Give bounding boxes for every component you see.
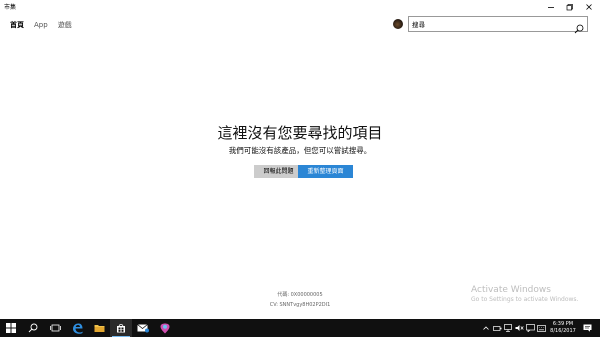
close-icon: [586, 4, 592, 10]
start-button[interactable]: [0, 319, 22, 337]
taskbar-app-other[interactable]: [154, 319, 176, 337]
tray-overflow-button[interactable]: [482, 319, 490, 337]
clock-time: 6:39 PM: [552, 321, 574, 327]
network-icon: [503, 324, 512, 332]
reload-page-button[interactable]: 重新整理頁面: [298, 165, 353, 178]
taskbar-search-button[interactable]: [22, 319, 44, 337]
task-view-icon: [49, 324, 61, 332]
notification-icon: [583, 324, 591, 332]
clock-date: 8/16/2017: [550, 328, 576, 334]
error-subline: 我們可能沒有該產品，但您可以嘗試搜尋。: [228, 146, 372, 155]
search-icon: [28, 323, 38, 333]
tray-volume-button[interactable]: [514, 319, 524, 337]
search-button[interactable]: [574, 19, 584, 34]
search-icon: [574, 24, 584, 34]
activation-watermark-subtitle: Go to Settings to activate Windows.: [471, 296, 579, 303]
taskbar-app-edge[interactable]: [66, 319, 88, 337]
search-box: [408, 16, 588, 34]
minimize-icon: [548, 7, 554, 8]
tray-network-button[interactable]: [503, 319, 513, 337]
action-center-button[interactable]: [580, 319, 594, 337]
task-view-button[interactable]: [44, 319, 66, 337]
taskbar-app-mail[interactable]: [132, 319, 154, 337]
maximize-icon: [566, 4, 573, 11]
file-explorer-icon: [94, 325, 104, 332]
volume-muted-icon: [515, 325, 524, 331]
title-bar: 市集: [0, 0, 600, 14]
report-issue-button[interactable]: 回報此問題: [254, 165, 303, 178]
keyboard-icon: [536, 324, 546, 332]
tray-keyboard-button[interactable]: [536, 319, 546, 337]
taskbar-app-explorer[interactable]: [88, 319, 110, 337]
top-nav: 首頁 App 遊戲: [10, 18, 72, 32]
mail-icon: [137, 324, 149, 333]
taskbar-app-store[interactable]: [110, 319, 132, 337]
message-icon: [525, 324, 535, 332]
app-icon: [160, 323, 170, 333]
error-headline: 這裡沒有您要尋找的項目: [217, 124, 383, 142]
chevron-up-icon: [483, 326, 489, 330]
app-title: 市集: [4, 4, 17, 11]
user-avatar[interactable]: [393, 19, 403, 29]
nav-item-games[interactable]: 遊戲: [58, 20, 72, 30]
taskbar-clock[interactable]: 6:39 PM 8/16/2017: [548, 321, 578, 335]
close-button[interactable]: [578, 0, 600, 14]
taskbar: 6:39 PM 8/16/2017: [0, 319, 600, 337]
tray-action-button[interactable]: [525, 319, 535, 337]
nav-item-apps[interactable]: App: [34, 21, 48, 29]
search-input[interactable]: [412, 18, 562, 30]
power-plug-icon: [492, 325, 501, 331]
activation-watermark-title: Activate Windows: [471, 285, 551, 295]
windows-start-icon: [6, 323, 16, 333]
store-icon: [117, 324, 125, 333]
edge-icon: [72, 323, 82, 334]
tray-power-button[interactable]: [492, 319, 502, 337]
nav-item-home[interactable]: 首頁: [10, 20, 24, 30]
